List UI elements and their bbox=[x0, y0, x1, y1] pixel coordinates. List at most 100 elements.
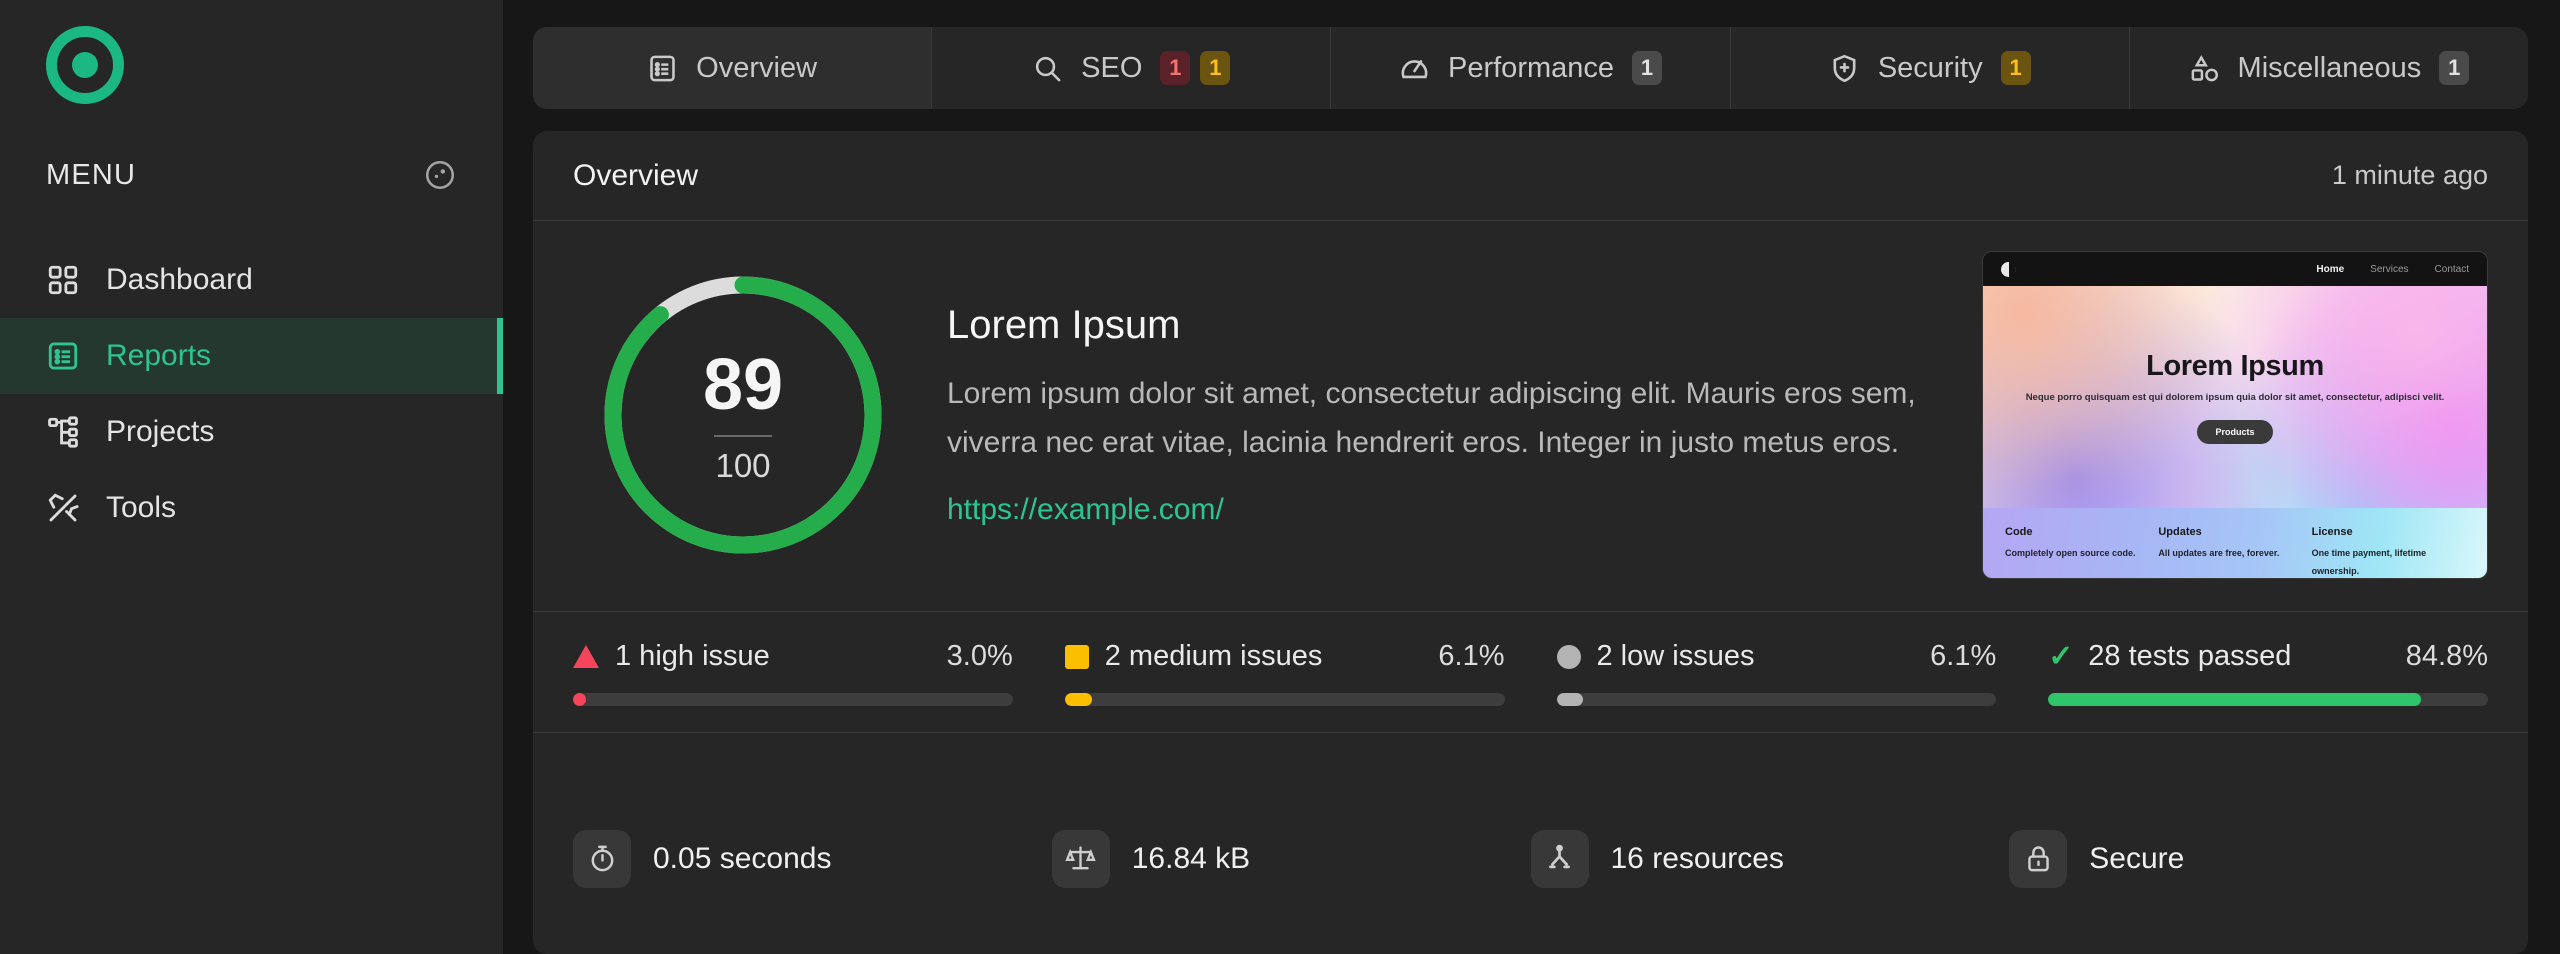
sidebar-item-reports[interactable]: Reports bbox=[0, 318, 503, 394]
thumbnail-nav-link: Home bbox=[2316, 263, 2345, 275]
overview-hero: 89 100 Lorem Ipsum Lorem ipsum dolor sit… bbox=[533, 221, 2528, 612]
metrics-row: 0.05 seconds 16.84 kB 16 resources Secur… bbox=[533, 733, 2528, 954]
sidebar-item-projects[interactable]: Projects bbox=[0, 394, 503, 470]
issue-progress-fill bbox=[1064, 693, 1092, 706]
card-header: Overview 1 minute ago bbox=[533, 131, 2528, 221]
tab-label: Overview bbox=[696, 51, 818, 84]
search-icon bbox=[1032, 53, 1063, 84]
thumbnail-nav-link: Contact bbox=[2434, 263, 2469, 275]
stopwatch-icon bbox=[573, 829, 631, 888]
account-circle-icon[interactable] bbox=[423, 158, 457, 192]
issue-progress-track bbox=[1064, 693, 1505, 706]
git-fork-network-icon bbox=[1530, 829, 1589, 888]
issue-high[interactable]: 1 high issue 3.0% bbox=[573, 640, 1065, 706]
tab-miscellaneous[interactable]: Miscellaneous 1 bbox=[2128, 27, 2528, 109]
status-badge: 1 bbox=[1200, 51, 1231, 85]
sidebar-item-label: Projects bbox=[106, 415, 215, 448]
thumbnail-footer-column: Updates All updates are free, forever. bbox=[2158, 526, 2311, 578]
thumbnail-hero: Lorem Ipsum Neque porro quisquam est qui… bbox=[1983, 286, 2487, 508]
thumbnail-footer-text: All updates are free, forever. bbox=[2158, 548, 2280, 558]
tab-label: Performance bbox=[1448, 51, 1615, 84]
thumbnail-footer-title: License bbox=[2311, 526, 2353, 538]
sidebar-item-dashboard[interactable]: Dashboard bbox=[0, 242, 503, 318]
triangle-warning-icon bbox=[573, 645, 599, 668]
metric-value: 16.84 kB bbox=[1131, 841, 1251, 875]
sidebar: MENU Dashboard Reports Projects Tools bbox=[0, 0, 503, 954]
thumbnail-nav-links: Home Services Contact bbox=[2316, 264, 2469, 275]
issue-passed[interactable]: ✓ 28 tests passed 84.8% bbox=[2048, 640, 2488, 706]
site-summary: Lorem Ipsum Lorem ipsum dolor sit amet, … bbox=[913, 303, 1982, 527]
issue-progress-track bbox=[573, 693, 1013, 706]
grid-dashboard-icon bbox=[46, 263, 80, 297]
app-root: MENU Dashboard Reports Projects Tools Ov… bbox=[0, 0, 2560, 954]
tab-security[interactable]: Security 1 bbox=[1729, 27, 2129, 109]
thumbnail-footer-text: One time payment, lifetime ownership. bbox=[2311, 548, 2427, 576]
metric-secure: Secure bbox=[2009, 763, 2488, 954]
tools-hammer-wrench-icon bbox=[46, 491, 80, 525]
main-content: Overview SEO 1 1 Performance 1 Security … bbox=[503, 0, 2560, 954]
tab-overview[interactable]: Overview bbox=[533, 27, 932, 109]
thumbnail-nav-link: Services bbox=[2370, 263, 2409, 275]
sidebar-item-tools[interactable]: Tools bbox=[0, 470, 503, 546]
sidebar-item-label: Tools bbox=[106, 491, 177, 524]
tab-label: Security bbox=[1877, 51, 1983, 84]
issue-label: 28 tests passed bbox=[2088, 640, 2292, 672]
thumbnail-navbar: Home Services Contact bbox=[1983, 252, 2487, 286]
issue-progress-track bbox=[1556, 693, 1997, 706]
thumbnail-footer-text: Completely open source code. bbox=[2005, 548, 2136, 558]
site-description: Lorem ipsum dolor sit amet, consectetur … bbox=[947, 376, 1916, 459]
sidebar-item-label: Dashboard bbox=[106, 263, 253, 296]
issue-label: 2 low issues bbox=[1596, 640, 1755, 672]
thumbnail-footer-column: Code Completely open source code. bbox=[2005, 526, 2158, 578]
issue-summary-row: 1 high issue 3.0% 2 medium issues 6.1% 2… bbox=[533, 612, 2528, 733]
issue-low[interactable]: 2 low issues 6.1% bbox=[1556, 640, 2049, 706]
score-gauge: 89 100 bbox=[599, 271, 887, 559]
tab-seo[interactable]: SEO 1 1 bbox=[931, 27, 1330, 109]
thumbnail-subheading: Neque porro quisquam est qui dolorem ips… bbox=[2025, 392, 2445, 403]
issue-label: 1 high issue bbox=[615, 640, 770, 672]
score-divider bbox=[714, 434, 772, 437]
site-url-link[interactable]: https://example.com/ bbox=[947, 493, 1224, 527]
scale-balance-icon bbox=[1051, 829, 1110, 888]
page-title: Overview bbox=[573, 158, 699, 192]
lock-icon bbox=[2009, 829, 2068, 888]
sidebar-menu-header: MENU bbox=[0, 140, 503, 210]
metric-value: 16 resources bbox=[1610, 841, 1784, 875]
tab-label: SEO bbox=[1081, 51, 1143, 84]
overview-card: Overview 1 minute ago 89 100 Lorem Ipsum… bbox=[533, 131, 2528, 954]
thumbnail-footer-column: License One time payment, lifetime owner… bbox=[2311, 526, 2465, 578]
circle-low-icon bbox=[1556, 644, 1581, 669]
issue-progress-track bbox=[2048, 693, 2488, 706]
sidebar-nav: Dashboard Reports Projects Tools bbox=[0, 242, 503, 546]
gauge-speed-icon bbox=[1399, 53, 1430, 84]
site-title: Lorem Ipsum bbox=[947, 302, 1181, 347]
tab-badges: 1 1 bbox=[1160, 51, 1231, 85]
score-value: 89 bbox=[702, 344, 784, 425]
sitemap-projects-icon bbox=[46, 415, 80, 449]
metric-resources: 16 resources bbox=[1530, 763, 2010, 954]
target-circle-logo-icon bbox=[46, 26, 124, 104]
status-badge: 1 bbox=[1160, 51, 1191, 85]
issue-progress-fill bbox=[573, 693, 587, 706]
brand-logo[interactable] bbox=[0, 0, 503, 128]
tab-performance[interactable]: Performance 1 bbox=[1330, 27, 1729, 109]
issue-percent: 3.0% bbox=[946, 640, 1013, 672]
last-updated-timestamp: 1 minute ago bbox=[2331, 160, 2488, 190]
site-screenshot-thumbnail[interactable]: Home Services Contact Lorem Ipsum Neque … bbox=[1982, 251, 2488, 579]
sidebar-item-label: Reports bbox=[106, 339, 212, 372]
issue-label: 2 medium issues bbox=[1104, 640, 1323, 672]
metric-page-size: 16.84 kB bbox=[1051, 763, 1531, 954]
shapes-icon bbox=[2189, 53, 2220, 84]
status-badge: 1 bbox=[2000, 51, 2031, 85]
issue-medium[interactable]: 2 medium issues 6.1% bbox=[1064, 640, 1557, 706]
issue-percent: 84.8% bbox=[2405, 640, 2488, 672]
score-gauge-wrap: 89 100 bbox=[573, 271, 913, 559]
issue-progress-fill bbox=[1556, 693, 1584, 706]
check-passed-icon: ✓ bbox=[2048, 639, 2074, 673]
shield-plus-icon bbox=[1829, 53, 1860, 84]
status-badge: 1 bbox=[1632, 51, 1663, 85]
issue-percent: 6.1% bbox=[1930, 640, 1997, 672]
thumbnail-footer-title: Code bbox=[2005, 526, 2033, 538]
list-report-icon bbox=[46, 339, 80, 373]
list-report-icon bbox=[647, 53, 678, 84]
